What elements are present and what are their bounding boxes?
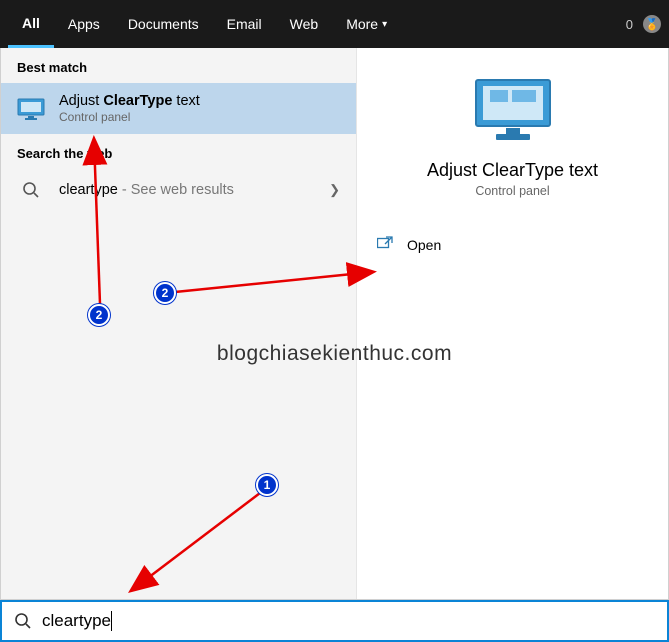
- search-results-panel: Best match Adjust ClearType text Control…: [0, 48, 669, 600]
- result-subtitle: Control panel: [59, 110, 200, 124]
- result-title: Adjust ClearType text: [59, 93, 200, 109]
- chevron-right-icon: ❯: [329, 182, 340, 198]
- tab-label: All: [22, 15, 40, 31]
- monitor-icon: [17, 98, 45, 120]
- best-match-heading: Best match: [1, 48, 356, 83]
- open-action[interactable]: Open: [357, 226, 668, 264]
- preview-pane: Adjust ClearType text Control panel Open: [357, 48, 668, 599]
- tab-label: Apps: [68, 16, 100, 32]
- preview-monitor-icon: [468, 76, 558, 146]
- rewards-icon[interactable]: 🏅: [643, 15, 661, 33]
- tab-more[interactable]: More ▾: [332, 0, 401, 48]
- open-label: Open: [407, 237, 441, 253]
- tab-email[interactable]: Email: [213, 0, 276, 48]
- search-filter-tabs: All Apps Documents Email Web More ▾ 0 🏅: [0, 0, 669, 48]
- best-match-result[interactable]: Adjust ClearType text Control panel: [1, 83, 356, 134]
- rewards-count: 0: [626, 17, 633, 32]
- search-web-heading: Search the web: [1, 134, 356, 169]
- tab-apps[interactable]: Apps: [54, 0, 114, 48]
- tab-label: Email: [227, 16, 262, 32]
- preview-subtitle: Control panel: [475, 184, 549, 198]
- search-icon: [14, 612, 32, 630]
- search-icon: [17, 179, 45, 201]
- results-list: Best match Adjust ClearType text Control…: [1, 48, 357, 599]
- web-result-title: cleartype - See web results: [59, 182, 234, 198]
- topbar-right: 0 🏅: [626, 15, 661, 33]
- tab-label: More: [346, 16, 378, 32]
- search-input-text[interactable]: cleartype: [42, 611, 112, 632]
- web-result[interactable]: cleartype - See web results ❯: [1, 169, 356, 211]
- search-bar[interactable]: cleartype: [0, 600, 669, 642]
- chevron-down-icon: ▾: [382, 19, 387, 30]
- tab-all[interactable]: All: [8, 0, 54, 48]
- tab-label: Documents: [128, 16, 199, 32]
- preview-title: Adjust ClearType text: [427, 160, 598, 181]
- open-icon: [377, 236, 393, 254]
- tab-label: Web: [290, 16, 319, 32]
- tab-web[interactable]: Web: [276, 0, 333, 48]
- tab-documents[interactable]: Documents: [114, 0, 213, 48]
